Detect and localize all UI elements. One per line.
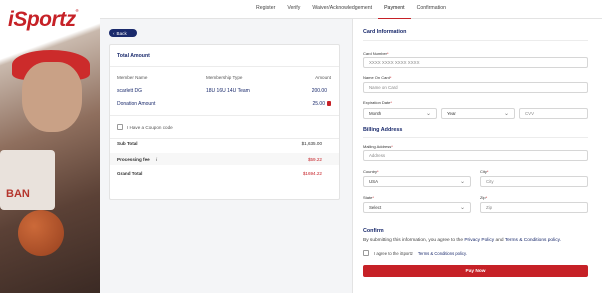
row-member-name: scarlett DG: [117, 88, 143, 94]
photo-ball-shape: [18, 210, 64, 256]
billing-address-title: Billing Address: [363, 127, 403, 133]
mailing-address-label: Mailing Address*: [363, 144, 393, 149]
expiration-date-label: Expiration Date*: [363, 100, 392, 105]
agree-terms-option[interactable]: I agree to the iSportz Terms & Conditions…: [363, 250, 467, 256]
step-tabs: Register Verify Waiver/Acknowledgement P…: [250, 0, 452, 19]
chevron-down-icon: ⌄: [503, 111, 509, 117]
hero-photo: BAN: [0, 0, 100, 293]
grand-total-label: Grand Total: [117, 171, 143, 176]
divider: [110, 115, 339, 116]
back-button[interactable]: ‹ Back: [109, 29, 137, 37]
chevron-left-icon: ‹: [113, 30, 115, 36]
col-amount: Amount: [315, 75, 331, 80]
logo-reg-mark: ®: [75, 8, 79, 13]
expiration-month-select[interactable]: Month ⌄: [363, 108, 437, 119]
agree-terms-link[interactable]: Terms & Conditions policy.: [418, 251, 467, 256]
processing-fee-value: $59.22: [307, 157, 322, 162]
row-amount: 200.00: [311, 88, 327, 94]
coupon-checkbox[interactable]: [117, 124, 123, 130]
state-select[interactable]: Select ⌄: [363, 202, 471, 213]
payment-form: Card Information Card Number* XXXX XXXX …: [352, 19, 602, 293]
name-on-card-input[interactable]: Name on Card: [363, 82, 588, 93]
summary-title: Total Amount: [117, 53, 150, 59]
state-label: State*: [363, 195, 374, 200]
row-membership-type: 18U 16U 14U Team: [206, 88, 250, 94]
col-member-name: Member Name: [117, 75, 148, 80]
back-button-label: Back: [116, 30, 127, 36]
photo-person-shape: [22, 62, 82, 132]
card-number-input[interactable]: XXXX XXXX XXXX XXXX: [363, 57, 588, 68]
agree-terms-checkbox[interactable]: [363, 250, 369, 256]
info-icon[interactable]: i: [156, 157, 157, 162]
agree-terms-text: I agree to the iSportz: [374, 250, 413, 256]
col-membership-type: Membership Type: [206, 75, 243, 80]
divider: [363, 137, 588, 138]
consent-text: By submitting this information, you agre…: [363, 238, 561, 243]
order-summary-card: Total Amount Member Name Membership Type…: [109, 44, 340, 200]
expiration-year-select[interactable]: Year ⌄: [441, 108, 515, 119]
isportz-logo[interactable]: iSportz®: [8, 8, 79, 32]
zip-label: Zip*: [480, 195, 488, 200]
card-info-title: Card Information: [363, 29, 407, 35]
privacy-policy-link[interactable]: Privacy Policy: [464, 238, 494, 243]
confirm-title: Confirm: [363, 228, 384, 234]
city-label: City*: [480, 169, 489, 174]
logo-text: iSportz: [8, 8, 76, 31]
subtotal-label: Sub Total: [117, 141, 138, 146]
donation-amount[interactable]: 25.00: [312, 101, 325, 107]
step-register[interactable]: Register: [250, 0, 281, 19]
zip-input[interactable]: Zip: [480, 202, 588, 213]
pay-now-button[interactable]: Pay Now: [363, 265, 588, 277]
terms-policy-link[interactable]: Terms & Conditions policy.: [505, 238, 561, 243]
divider: [110, 66, 339, 67]
card-number-label: Card Number*: [363, 51, 389, 56]
step-confirmation[interactable]: Confirmation: [411, 0, 452, 19]
grand-total-value: $1694.22: [302, 171, 322, 176]
coupon-label: I Have a Coupon code: [127, 124, 173, 130]
name-on-card-label: Name On Card*: [363, 75, 392, 80]
chevron-down-icon: ⌄: [459, 179, 465, 185]
photo-shirt-shape: BAN: [0, 150, 55, 210]
step-verify[interactable]: Verify: [281, 0, 306, 19]
subtotal-value: $1,635.00: [301, 141, 322, 146]
cvv-input[interactable]: CVV: [519, 108, 588, 119]
main-content: ‹ Back Total Amount Member Name Membersh…: [100, 19, 602, 293]
mailing-address-input[interactable]: Address: [363, 150, 588, 161]
step-payment[interactable]: Payment: [378, 0, 411, 19]
donation-label: Donation Amount: [117, 101, 156, 107]
coupon-option[interactable]: I Have a Coupon code: [117, 124, 173, 130]
chevron-down-icon: ⌄: [425, 111, 431, 117]
chevron-down-icon: ⌄: [459, 205, 465, 211]
divider: [110, 138, 339, 139]
divider: [363, 40, 588, 41]
top-navigation: Register Verify Waiver/Acknowledgement P…: [100, 0, 602, 19]
country-label: Country*: [363, 169, 379, 174]
processing-fee-label: Processing fee: [117, 157, 150, 162]
country-select[interactable]: USA ⌄: [363, 176, 471, 187]
delete-donation-icon[interactable]: [327, 101, 331, 106]
step-waiver[interactable]: Waiver/Acknowledgement: [306, 0, 378, 19]
city-input[interactable]: City: [480, 176, 588, 187]
